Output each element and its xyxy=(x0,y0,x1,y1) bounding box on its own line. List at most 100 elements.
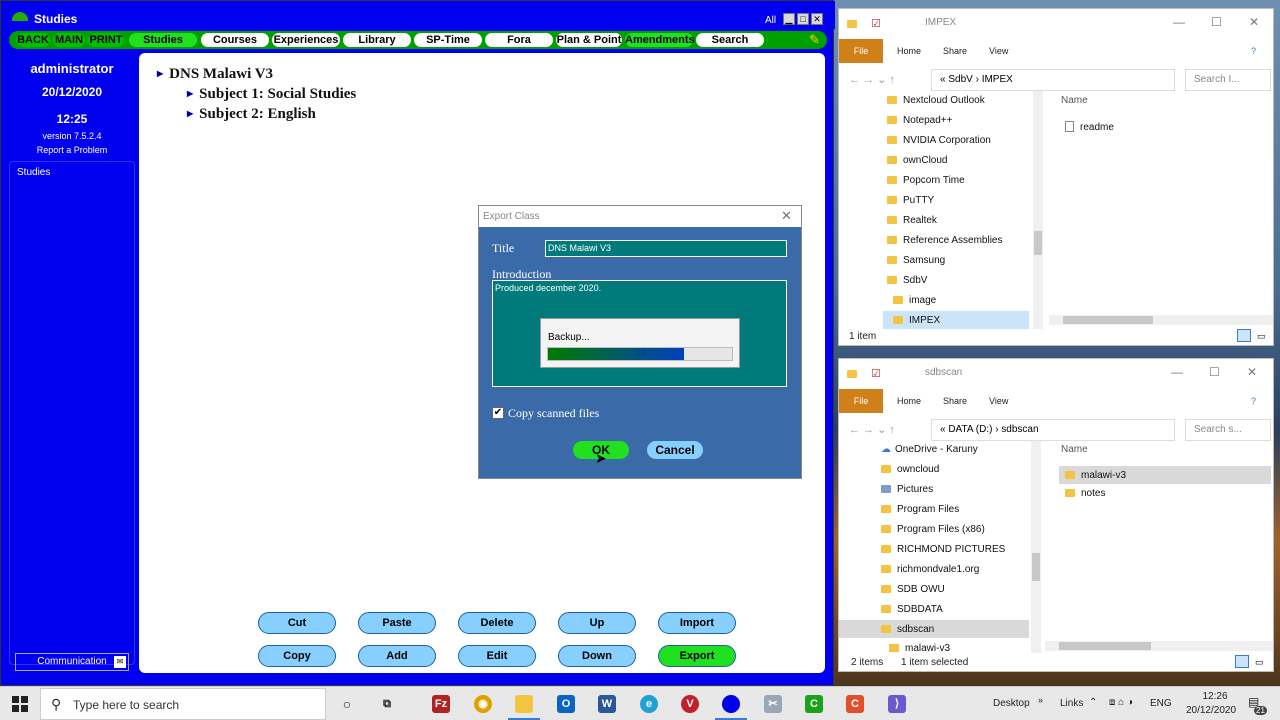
links-toolbar[interactable]: Links xyxy=(1060,698,1083,709)
close-icon[interactable]: ✕ xyxy=(1249,15,1259,29)
tree-item[interactable]: PuTTY xyxy=(887,195,934,206)
tree-item[interactable]: Reference Assemblies xyxy=(887,235,1003,246)
checkmark-icon[interactable]: ☑ xyxy=(871,17,881,30)
maximize-icon[interactable]: ☐ xyxy=(1209,365,1220,379)
down-button[interactable]: Down xyxy=(558,645,636,667)
horizontal-scrollbar[interactable] xyxy=(1049,315,1273,325)
tree-item[interactable]: ownCloud xyxy=(887,155,947,166)
cut-button[interactable]: Cut xyxy=(258,612,336,634)
chrome-icon[interactable]: ◉ xyxy=(474,695,492,713)
tray-app-icons[interactable]: ⧈ ⌂ ◑ xyxy=(1109,697,1133,708)
tree-item[interactable]: Popcorn Time xyxy=(887,175,965,186)
cortana-icon[interactable]: ○ xyxy=(338,695,356,713)
checkmark-icon[interactable]: ☑ xyxy=(871,367,881,380)
tree-item[interactable]: Realtek xyxy=(887,215,937,226)
address-input[interactable]: « SdbV › IMPEX xyxy=(931,69,1175,91)
import-button[interactable]: Import xyxy=(658,612,736,634)
introduction-textarea[interactable]: Produced december 2020. Backup... 74 xyxy=(492,280,787,387)
ribbon-file-tab[interactable]: File xyxy=(839,389,883,413)
details-view-icon[interactable] xyxy=(1235,655,1249,668)
word-icon[interactable]: W xyxy=(598,695,616,713)
copy-scanned-checkbox[interactable]: ✔ xyxy=(492,407,504,419)
tree-root[interactable]: ▶ DNS Malawi V3 xyxy=(157,66,273,83)
nav-arrows-icon[interactable]: ← → ⌄ ↑ xyxy=(849,423,895,436)
file-item-selected[interactable]: malawi-v3 xyxy=(1059,466,1271,484)
outlook-icon[interactable]: O xyxy=(557,695,575,713)
visual-studio-icon[interactable]: ⟩ xyxy=(888,695,906,713)
language-indicator[interactable]: ENG xyxy=(1150,698,1172,709)
pencil-icon[interactable]: ✎ xyxy=(809,32,821,48)
minimize-icon[interactable]: ▁ xyxy=(783,13,795,25)
all-label[interactable]: All xyxy=(765,15,776,26)
tray-time[interactable]: 12:26 xyxy=(1193,691,1237,702)
tree-item[interactable]: Program Files (x86) xyxy=(881,524,985,535)
menu-courses-tab[interactable]: Courses xyxy=(201,33,269,47)
tree-item[interactable]: Pictures xyxy=(881,484,933,495)
studies-app-icon[interactable] xyxy=(722,695,740,713)
menu-experiences-tab[interactable]: Experiences xyxy=(272,33,340,47)
maximize-icon[interactable]: □ xyxy=(797,13,809,25)
menu-fora-tab[interactable]: Fora xyxy=(485,33,553,47)
filezilla-icon[interactable]: Fz xyxy=(432,695,450,713)
close-icon[interactable]: ✕ xyxy=(811,13,823,25)
menu-library-tab[interactable]: Library xyxy=(343,33,411,47)
paste-button[interactable]: Paste xyxy=(358,612,436,634)
toolbar-chevron-icon[interactable]: » xyxy=(1038,695,1043,705)
address-input[interactable]: « DATA (D:) › sdbscan xyxy=(931,419,1175,441)
ribbon-share-tab[interactable]: Share xyxy=(943,46,967,56)
tree-scrollbar[interactable] xyxy=(1033,91,1043,329)
details-view-icon[interactable] xyxy=(1237,329,1251,342)
delete-button[interactable]: Delete xyxy=(458,612,536,634)
file-item[interactable]: readme xyxy=(1065,121,1114,133)
tree-item[interactable]: Samsung xyxy=(887,255,945,266)
camtasia-icon[interactable]: C xyxy=(805,695,823,713)
tray-date[interactable]: 20/12/2020 xyxy=(1181,705,1241,716)
horizontal-scrollbar[interactable] xyxy=(1045,641,1273,651)
tiles-view-icon[interactable]: ▭ xyxy=(1257,331,1266,342)
menu-back-button[interactable]: BACK xyxy=(16,33,50,47)
ribbon-share-tab[interactable]: Share xyxy=(943,396,967,406)
menu-search-tab[interactable]: Search xyxy=(696,33,764,47)
tree-item[interactable]: ☁ OneDrive - Karuny xyxy=(881,444,978,455)
nav-arrows-icon[interactable]: ← → ⌄ ↑ xyxy=(849,73,895,86)
tree-item[interactable]: Program Files xyxy=(881,504,959,515)
ribbon-view-tab[interactable]: View xyxy=(989,396,1008,406)
communication-button[interactable]: Communication ✉ xyxy=(15,653,129,671)
add-button[interactable]: Add xyxy=(358,645,436,667)
tree-child[interactable]: ▶ Subject 1: Social Studies xyxy=(187,86,356,103)
file-explorer-icon[interactable] xyxy=(515,695,533,713)
task-view-icon[interactable]: ⧉ xyxy=(378,695,396,713)
sidebar-item-studies[interactable]: Studies xyxy=(17,167,50,178)
tree-item[interactable]: SDB OWU xyxy=(881,584,945,595)
snipping-tool-icon[interactable]: ✂ xyxy=(764,695,782,713)
tree-item[interactable]: NVIDIA Corporation xyxy=(887,135,991,146)
tree-item[interactable]: image xyxy=(893,295,936,306)
search-input[interactable]: Search I... xyxy=(1185,69,1271,91)
name-column-header[interactable]: Name xyxy=(1061,444,1088,455)
ribbon-view-tab[interactable]: View xyxy=(989,46,1008,56)
title-input[interactable]: DNS Malawi V3 xyxy=(545,240,787,257)
tree-item[interactable]: Nextcloud Outlook xyxy=(887,95,985,106)
tree-item-selected[interactable]: IMPEX xyxy=(883,311,1029,329)
tray-expand-icon[interactable]: ⌃ xyxy=(1089,697,1097,708)
recorder-icon[interactable]: C xyxy=(846,695,864,713)
app-red-icon[interactable]: V xyxy=(681,695,699,713)
file-item[interactable]: notes xyxy=(1065,488,1105,499)
name-column-header[interactable]: Name xyxy=(1061,95,1088,106)
help-icon[interactable]: ? xyxy=(1251,46,1256,56)
cancel-button[interactable]: Cancel xyxy=(647,441,703,459)
ribbon-file-tab[interactable]: File xyxy=(839,39,883,63)
maximize-icon[interactable]: ☐ xyxy=(1211,15,1222,29)
tree-item[interactable]: Notepad++ xyxy=(887,115,953,126)
search-input[interactable]: Search s... xyxy=(1185,419,1271,441)
report-problem-link[interactable]: Report a Problem xyxy=(9,145,135,155)
copy-button[interactable]: Copy xyxy=(258,645,336,667)
menu-plan-point-tab[interactable]: Plan & Point xyxy=(556,33,622,47)
help-icon[interactable]: ? xyxy=(1251,396,1256,406)
minimize-icon[interactable]: — xyxy=(1171,365,1183,379)
tree-item[interactable]: SDBDATA xyxy=(881,604,943,615)
dialog-close-icon[interactable]: ✕ xyxy=(781,208,792,224)
ribbon-home-tab[interactable]: Home xyxy=(897,396,921,406)
export-button[interactable]: Export xyxy=(658,645,736,667)
edge-icon[interactable]: e xyxy=(640,695,658,713)
